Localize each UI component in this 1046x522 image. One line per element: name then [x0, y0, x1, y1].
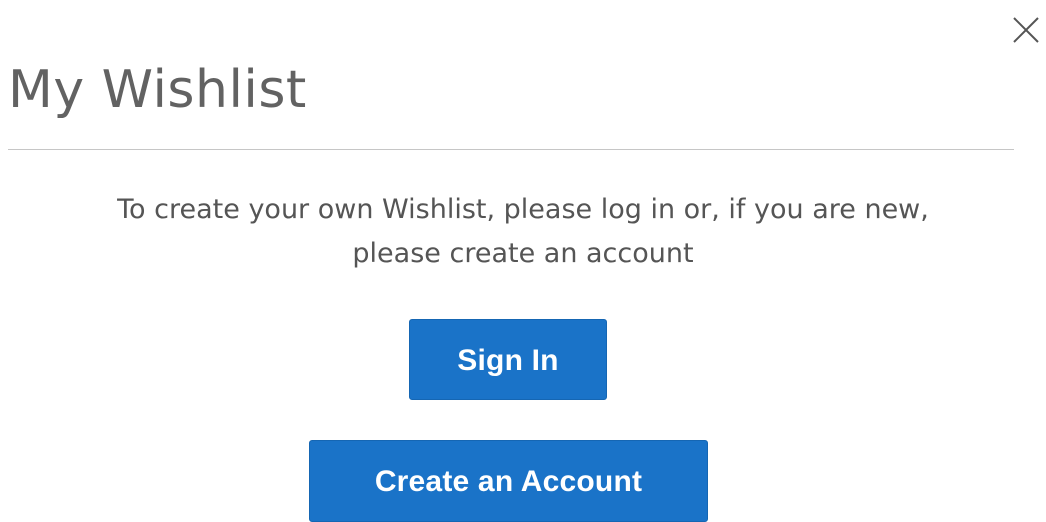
page-title: My Wishlist — [8, 60, 307, 120]
title-divider — [8, 149, 1014, 150]
close-button[interactable] — [1010, 14, 1042, 46]
close-icon — [1013, 17, 1039, 43]
login-message: To create your own Wishlist, please log … — [117, 194, 929, 269]
wishlist-modal: My Wishlist To create your own Wishlist,… — [0, 0, 1046, 522]
sign-in-button[interactable]: Sign In — [409, 319, 607, 400]
create-account-button[interactable]: Create an Account — [309, 440, 708, 522]
